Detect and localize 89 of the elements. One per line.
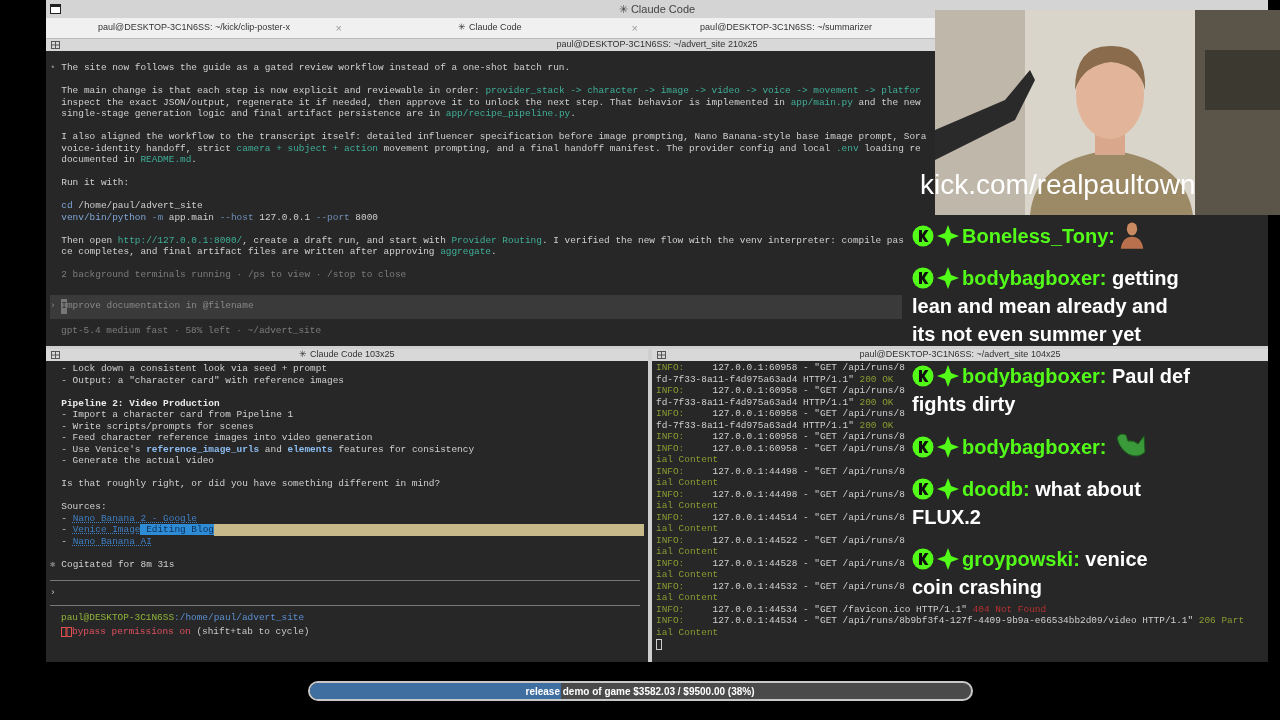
kick-badge-icon	[912, 267, 934, 289]
terminal-line: INFO: 127.0.0.1:44498 - "GET /api/runs/8	[656, 465, 905, 477]
kick-badge-icon	[912, 225, 934, 247]
terminal-line: inspect the exact JSON/output, regenerate it if needed, then approve it to unlock the next step. That behavior is implemented in app/main.py and the new	[60, 96, 921, 108]
terminal-line: INFO: 127.0.0.1:44522 - "GET /api/runs/8	[656, 534, 905, 546]
terminal-line: ial Content	[656, 592, 719, 604]
tab[interactable]: paul@DESKTOP-3C1N6SS: ~/summarizer	[638, 18, 934, 38]
terminal-line: ial Content	[656, 546, 719, 558]
terminal-line: ial Content	[656, 500, 719, 512]
kick-badge-icon	[912, 436, 934, 458]
terminal-line: INFO: 127.0.0.1:44534 - "GET /favicon.ico HTTP/1.1" 404 Not Found	[656, 603, 1047, 615]
prompt-symbol: ›	[50, 586, 56, 600]
sparkle-badge-icon	[937, 436, 959, 458]
terminal-line: - Generate the actual video	[60, 455, 214, 467]
chat-message: bodybagboxer: Paul def fights dirty	[912, 364, 1190, 417]
terminal-line: INFO: 127.0.0.1:44534 - "GET /api/runs/8b9bf3f4-127f-4409-9b9a-e66534bb2d09/video HTTP/1.1" 206 Part	[656, 615, 1245, 627]
terminal-line: ce completes, and final artifact files are written after approving aggregate.	[60, 246, 497, 258]
terminal-line: 2 background terminals running · /ps to view · /stop to close	[60, 269, 407, 281]
terminal-line: INFO: 127.0.0.1:44514 - "GET /api/runs/8	[656, 511, 905, 523]
terminal-line: cd /home/paul/advert_site	[60, 200, 203, 212]
terminal-line: INFO: 127.0.0.1:60958 - "GET /api/runs/8	[656, 442, 905, 454]
terminal-line: - Venice Image Editing Blog	[60, 524, 214, 536]
terminal-line: voice-identity handoff, strict camera + subject + action movement prompting, and a final handoff manifest. The provider config and local .env loading re	[60, 142, 921, 154]
chat-message: doodb: what about FLUX.2	[912, 477, 1142, 530]
terminal-line: Pipeline 2: Video Production	[60, 397, 220, 409]
terminal-line: - Import a character card from Pipeline 1	[60, 409, 294, 421]
terminal-line: ✱ Cogitated for 8m 31s	[50, 558, 175, 570]
terminal-line: ial Content	[656, 626, 719, 638]
split-icon	[51, 351, 60, 359]
kick-badge-icon	[912, 478, 934, 500]
terminal-line: ial Content	[656, 569, 719, 581]
chat-message: Boneless_Tony:	[912, 221, 1190, 250]
status-line: gpt-5.4 medium fast · 58% left · ~/advert_site	[61, 323, 322, 338]
terminal-line: documented in README.md.	[60, 154, 197, 166]
terminal-line: venv/bin/python -m app.main --host 127.0.0.1 --port 8000	[60, 211, 378, 223]
shell-prompt: paul@DESKTOP-3C1N6SS:/home/paul/advert_site	[61, 611, 305, 626]
tab[interactable]: ✳ Claude Code ×	[342, 18, 638, 38]
split-icon	[51, 41, 60, 49]
terminal-line: fd-7f33-8a11-f4d975a63ad4 HTTP/1.1" 200 OK	[656, 419, 894, 431]
terminal-line: I also aligned the workflow to the transcript itself: detailed influencer specification before image prompting, Nano Banana-style base image prompt, Sora	[60, 131, 927, 143]
terminal-line: - Use Venice's reference_image_urls and elements features for consistency	[60, 443, 475, 455]
terminal-line: Then open http://127.0.0.1:8000/, create a draft run, and start with Provider Routing. I verified the new flow with the venv interpreter: compile pas	[60, 234, 904, 246]
chat-message: bodybagboxer: getting lean and mean already and its not even summer yet	[912, 266, 1180, 347]
window-title: ✳ Claude Code	[618, 1, 696, 17]
tab[interactable]: paul@DESKTOP-3C1N6SS: ~/kick/clip-poster-x ×	[46, 18, 342, 38]
bald-figure-emote-icon	[1119, 221, 1145, 249]
terminal-line: - Nano Banana AI	[60, 535, 152, 547]
terminal-line: INFO: 127.0.0.1:60958 - "GET /api/runs/8	[656, 362, 905, 374]
terminal-line: • The site now follows the guide as a gated review workflow instead of a one-shot batch run.	[50, 62, 571, 74]
terminal-line: - Write scripts/prompts for scenes	[60, 420, 254, 432]
terminal-line: single-stage generation logic and final artifact persistence are in app/recipe_pipeline.py.	[60, 108, 576, 120]
terminal-line: The main change is that each step is now explicit and reviewable in order: provider_stack -> character -> image -> video -> voice -> movement -> platfor	[60, 85, 921, 97]
pane-title: ✳ Claude Code 103x25	[299, 348, 395, 362]
chat-message: groypowski: venice coin crashing	[912, 547, 1149, 600]
mode-status: bypass permissions on (shift+tab to cycle)	[72, 625, 310, 640]
terminal-line: ial Content	[656, 523, 719, 535]
goal-label: release demo of game $3582.03 / $9500.00 (38%)	[524, 684, 756, 699]
flexed-arm-emote-icon	[1114, 432, 1147, 460]
pane-title: paul@DESKTOP-3C1N6SS: ~/advert_site 210x25	[556, 38, 758, 52]
sparkle-badge-icon	[937, 478, 959, 500]
terminal-line: ial Content	[656, 454, 719, 466]
split-icon	[657, 351, 666, 359]
terminal-line: - Feed character reference images into video generation	[60, 432, 373, 444]
terminal-line: INFO: 127.0.0.1:60958 - "GET /api/runs/8	[656, 431, 905, 443]
terminal-line: INFO: 127.0.0.1:44498 - "GET /api/runs/8	[656, 488, 905, 500]
sparkle-badge-icon	[937, 267, 959, 289]
terminal-line: - Output: a "character card" with reference images	[60, 374, 344, 386]
pane-title: paul@DESKTOP-3C1N6SS: ~/advert_site 104x25	[859, 348, 1061, 362]
kick-badge-icon	[912, 548, 934, 570]
terminal-line: - Nano Banana 2 - Google	[60, 512, 197, 524]
sparkle-badge-icon	[937, 225, 959, 247]
terminal-line: Sources:	[60, 501, 107, 513]
text-cursor	[656, 639, 662, 650]
chat-message: bodybagboxer:	[912, 432, 1190, 461]
sparkle-badge-icon	[937, 365, 959, 387]
terminal-line: INFO: 127.0.0.1:44528 - "GET /api/runs/8	[656, 557, 905, 569]
terminal-line: INFO: 127.0.0.1:44532 - "GET /api/runs/8	[656, 580, 905, 592]
terminal-line: fd-7f33-8a11-f4d975a63ad4 HTTP/1.1" 200 OK	[656, 396, 894, 408]
sparkle-badge-icon	[937, 548, 959, 570]
terminal-line: ial Content	[656, 477, 719, 489]
terminal-line: INFO: 127.0.0.1:60958 - "GET /api/runs/8	[656, 408, 905, 420]
mode-icon	[61, 627, 72, 638]
terminal-line: Is that roughly right, or did you have something different in mind?	[60, 478, 441, 490]
kick-badge-icon	[912, 365, 934, 387]
window-icon	[50, 4, 61, 14]
terminal-line: fd-7f33-8a11-f4d975a63ad4 HTTP/1.1" 200 OK	[656, 373, 894, 385]
terminal-line: Run it with:	[60, 177, 130, 189]
terminal-line: - Lock down a consistent look via seed + prompt	[60, 363, 328, 375]
terminal-line: INFO: 127.0.0.1:60958 - "GET /api/runs/8	[656, 385, 905, 397]
